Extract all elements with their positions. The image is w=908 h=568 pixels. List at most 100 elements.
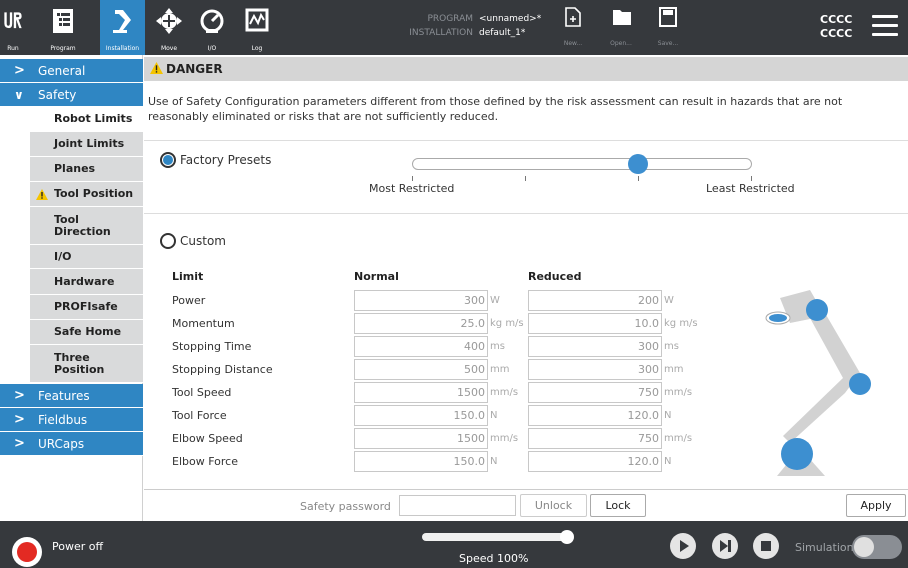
sidebar-item-tool-position[interactable]: Tool Position (30, 182, 143, 207)
step-button[interactable] (712, 533, 738, 559)
sidebar-item-planes[interactable]: Planes (30, 157, 143, 182)
sidebar-item-io[interactable]: I/O (30, 245, 143, 269)
limit-label-elbow-speed: Elbow Speed (172, 432, 243, 445)
elbow-force-reduced-field[interactable]: 120.0 (528, 451, 662, 472)
stopping-time-reduced-field[interactable]: 300 (528, 336, 662, 357)
log-chart-icon (245, 8, 269, 32)
sidebar-item-label: Planes (54, 162, 96, 175)
power-button[interactable] (12, 537, 42, 567)
unit-label: kg m/s (490, 318, 524, 329)
presets-slider-track[interactable] (412, 158, 752, 170)
unit-label: mm (664, 364, 684, 375)
io-tab[interactable]: I/O (193, 0, 231, 55)
elbow-speed-normal-field[interactable]: 1500 (354, 428, 488, 449)
simulation-toggle[interactable] (852, 535, 902, 559)
tool-force-reduced-field[interactable]: 120.0 (528, 405, 662, 426)
safety-password-input[interactable] (399, 495, 516, 516)
robot-arm-illustration (765, 290, 871, 476)
sidebar-features-label: Features (38, 389, 90, 403)
unit-label: mm/s (490, 387, 519, 398)
column-header-reduced: Reduced (528, 270, 582, 283)
save-button[interactable]: Save... (650, 5, 686, 50)
speed-slider-thumb[interactable] (560, 530, 574, 544)
log-tab[interactable]: Log (238, 0, 276, 55)
factory-presets-label: Factory Presets (180, 153, 272, 167)
power-reduced-field[interactable]: 200 (528, 290, 662, 311)
danger-title: DANGER (166, 62, 223, 76)
stopping-time-normal-field[interactable]: 400 (354, 336, 488, 357)
installation-name: default_1* (479, 28, 526, 38)
sidebar-item-robot-limits[interactable]: Robot Limits (30, 107, 143, 132)
sidebar-item-label: Hardware (54, 274, 115, 288)
sidebar-item-profisafe[interactable]: PROFIsafe (30, 295, 143, 320)
momentum-normal-field[interactable]: 25.0 (354, 313, 488, 334)
stopping-distance-reduced-field[interactable]: 300 (528, 359, 662, 380)
tool-force-normal-field[interactable]: 150.0 (354, 405, 488, 426)
warning-icon (36, 188, 48, 200)
power-normal-field[interactable]: 300 (354, 290, 488, 311)
unlock-button[interactable]: Unlock (520, 494, 587, 517)
unit-label: N (664, 456, 672, 467)
open-button[interactable]: Open... (603, 5, 639, 50)
unit-label: N (490, 410, 498, 421)
speed-label: Speed 100% (459, 552, 529, 565)
ur-logo-icon (4, 12, 22, 29)
danger-banner: DANGER (144, 57, 908, 81)
installation-tab[interactable]: Installation (100, 0, 145, 55)
folder-icon (613, 10, 631, 25)
presets-slider-thumb[interactable] (628, 154, 648, 174)
sidebar-item-label: Safe Home (54, 325, 122, 338)
new-file-icon (565, 7, 581, 27)
sidebar-item-three-position[interactable]: Three Position (30, 345, 143, 383)
sidebar-urcaps-label: URCaps (38, 437, 85, 451)
custom-radio[interactable] (160, 233, 176, 249)
play-button[interactable] (670, 533, 696, 559)
stop-button[interactable] (753, 533, 779, 559)
unit-label: mm/s (664, 387, 693, 398)
sidebar-item-hardware[interactable]: Hardware (30, 269, 143, 295)
save-disk-icon (659, 7, 677, 27)
sidebar-safety[interactable]: ∨ Safety (0, 83, 143, 107)
unit-label: W (664, 295, 674, 306)
sidebar-item-safe-home[interactable]: Safe Home (30, 320, 143, 345)
run-tab[interactable]: Run (0, 0, 26, 55)
most-restricted-label: Most Restricted (369, 182, 455, 195)
tool-speed-normal-field[interactable]: 1500 (354, 382, 488, 403)
sidebar-general[interactable]: > General (0, 59, 143, 83)
sidebar-urcaps[interactable]: > URCaps (0, 432, 143, 456)
new-button[interactable]: New... (555, 5, 591, 50)
least-restricted-label: Least Restricted (706, 182, 795, 195)
chevron-right-icon: > (14, 63, 25, 78)
factory-presets-radio[interactable] (160, 152, 176, 168)
sidebar-item-joint-limits[interactable]: Joint Limits (30, 132, 143, 157)
column-header-normal: Normal (354, 270, 399, 283)
apply-button[interactable]: Apply (846, 494, 906, 517)
unit-label: N (664, 410, 672, 421)
chevron-right-icon: > (14, 436, 25, 451)
play-icon (680, 540, 689, 552)
factory-presets-panel (144, 140, 908, 214)
limit-label-stopping-time: Stopping Time (172, 340, 252, 353)
program-icon (53, 9, 73, 33)
momentum-reduced-field[interactable]: 10.0 (528, 313, 662, 334)
program-tab[interactable]: Program (28, 0, 98, 55)
menu-icon[interactable] (872, 15, 898, 39)
move-tab[interactable]: Move (150, 0, 188, 55)
lock-button[interactable]: Lock (590, 494, 646, 517)
sidebar-item-label: Tool Position (54, 187, 134, 200)
save-label: Save... (657, 40, 679, 47)
stopping-distance-normal-field[interactable]: 500 (354, 359, 488, 380)
new-label: New... (563, 40, 583, 47)
tool-speed-reduced-field[interactable]: 750 (528, 382, 662, 403)
sidebar-fieldbus[interactable]: > Fieldbus (0, 408, 143, 432)
installation-key: INSTALLATION (409, 28, 473, 38)
elbow-force-normal-field[interactable]: 150.0 (354, 451, 488, 472)
program-info: PROGRAM <unnamed>* INSTALLATION default_1* (395, 12, 541, 40)
sidebar-features[interactable]: > Features (0, 384, 143, 408)
sidebar-item-label: PROFIsafe (54, 300, 118, 313)
elbow-speed-reduced-field[interactable]: 750 (528, 428, 662, 449)
sidebar-item-tool-direction[interactable]: Tool Direction (30, 207, 143, 245)
limit-label-momentum: Momentum (172, 317, 235, 330)
speed-slider-track[interactable] (422, 533, 572, 541)
installation-icon (112, 10, 131, 33)
